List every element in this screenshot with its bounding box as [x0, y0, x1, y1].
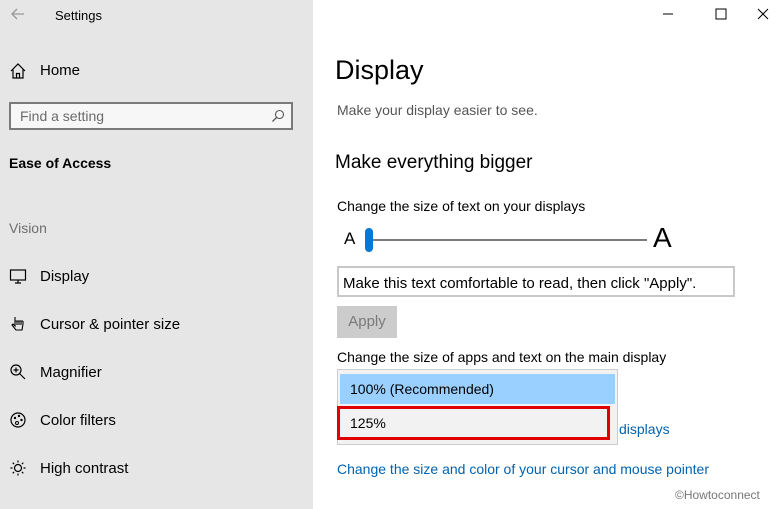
scale-label: Change the size of apps and text on the … — [337, 349, 667, 365]
maximize-button[interactable] — [701, 0, 741, 30]
sidebar-item-label: Home — [40, 62, 81, 79]
high-contrast-icon — [9, 459, 27, 477]
sidebar-item-label: High contrast — [40, 460, 129, 477]
sidebar-item-magnifier[interactable]: Magnifier — [0, 357, 313, 387]
slider-min-label: A — [344, 229, 356, 248]
close-button[interactable] — [743, 0, 783, 30]
text-size-label: Change the size of text on your displays — [337, 198, 586, 214]
search-input[interactable] — [11, 104, 260, 128]
maximize-icon — [715, 8, 727, 20]
page-title: Display — [335, 55, 424, 85]
home-icon — [9, 62, 27, 80]
sidebar-item-label: Cursor & pointer size — [40, 316, 181, 333]
sidebar-item-label: Color filters — [40, 412, 116, 429]
highlight-annotation-box — [337, 406, 610, 440]
cursor-icon — [9, 315, 27, 333]
slider-track — [365, 239, 647, 241]
group-label: Vision — [9, 220, 47, 236]
search-icon[interactable] — [271, 109, 285, 123]
monitor-icon — [9, 267, 27, 285]
other-displays-link[interactable]: displays — [619, 421, 670, 437]
scale-option-100[interactable]: 100% (Recommended) — [340, 374, 615, 404]
minimize-icon — [663, 13, 673, 15]
slider-max-label: A — [653, 222, 672, 253]
sidebar-item-cursor-pointer-size[interactable]: Cursor & pointer size — [0, 309, 313, 339]
sidebar-item-color-filters[interactable]: Color filters — [0, 405, 313, 435]
sidebar-item-label: Display — [40, 268, 90, 285]
slider-thumb[interactable] — [365, 228, 373, 252]
back-arrow-icon[interactable] — [10, 6, 26, 22]
color-filters-icon — [9, 411, 27, 429]
close-icon — [757, 8, 769, 20]
section-heading: Make everything bigger — [335, 152, 533, 173]
text-size-slider[interactable] — [365, 228, 650, 252]
sidebar-item-home[interactable]: Home — [0, 58, 313, 84]
sidebar-item-high-contrast[interactable]: High contrast — [0, 453, 313, 483]
apply-button[interactable]: Apply — [337, 306, 397, 338]
magnifier-icon — [9, 363, 27, 381]
text-preview-box[interactable]: Make this text comfortable to read, then… — [337, 266, 735, 297]
minimize-button[interactable] — [648, 0, 688, 30]
sidebar-item-label: Magnifier — [40, 364, 102, 381]
section-title: Ease of Access — [9, 155, 112, 171]
sidebar-item-display[interactable]: Display — [0, 261, 313, 291]
cursor-size-link[interactable]: Change the size and color of your cursor… — [337, 461, 709, 477]
watermark: ©Howtoconnect — [675, 488, 760, 502]
sidebar: Settings Home Ease of Access Vision Disp… — [0, 0, 313, 509]
page-subtitle: Make your display easier to see. — [337, 102, 538, 118]
app-title: Settings — [55, 8, 102, 23]
search-box[interactable] — [9, 102, 293, 130]
